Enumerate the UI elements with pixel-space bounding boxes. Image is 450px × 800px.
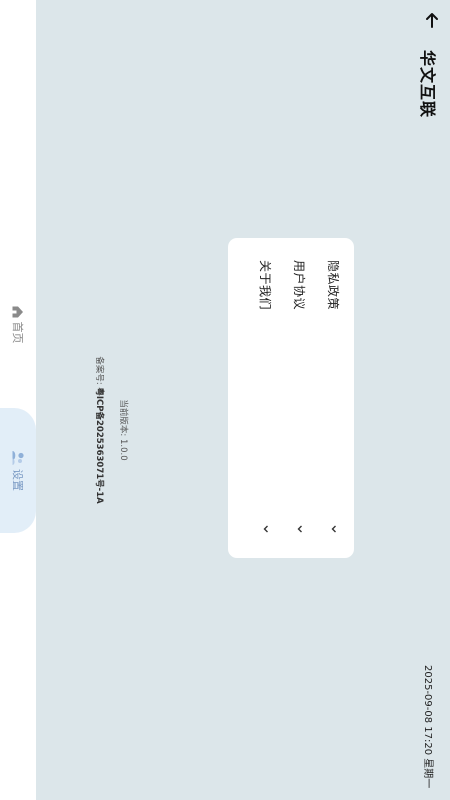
users-icon [12, 451, 24, 465]
screen: 华文互联 2025-09-08 17:20 星期一 隐私政策 用户协议 关于我们 [0, 0, 450, 800]
arrow-left-icon [426, 13, 438, 28]
chevron-down-icon [263, 525, 268, 533]
menu-item-label: 用户协议 [292, 260, 306, 311]
icp-value: 粤ICP备2025363071号-1A [94, 387, 104, 504]
menu-item-label: 隐私政策 [326, 260, 340, 311]
back-button[interactable] [414, 6, 450, 34]
nav-home-label: 首页 [11, 321, 24, 344]
app-title: 华文互联 [418, 50, 437, 119]
menu-item-privacy-policy[interactable]: 隐私政策 [318, 238, 350, 558]
icp-info: 备案号: 粤ICP备2025363071号-1A [94, 300, 106, 560]
settings-menu-card: 隐私政策 用户协议 关于我们 [228, 238, 354, 558]
version-label: 当前版本: [118, 399, 128, 437]
nav-settings[interactable]: 设置 [0, 408, 36, 533]
nav-settings-label: 设置 [11, 469, 24, 491]
home-icon [12, 306, 23, 317]
chevron-down-icon [297, 525, 302, 533]
menu-item-about-us[interactable]: 关于我们 [250, 238, 282, 558]
bottom-nav: 首页 设置 [0, 0, 36, 800]
nav-home[interactable]: 首页 [0, 296, 36, 352]
app-landscape: 华文互联 2025-09-08 17:20 星期一 隐私政策 用户协议 关于我们 [0, 0, 450, 800]
icp-label: 备案号: [94, 356, 104, 385]
chevron-down-icon [331, 525, 336, 533]
version-value: 1.0.0 [118, 438, 128, 461]
version-info: 当前版本: 1.0.0 [118, 300, 130, 560]
datetime-text: 2025-09-08 17:20 星期一 [422, 665, 433, 789]
menu-item-label: 关于我们 [258, 260, 272, 311]
menu-item-user-agreement[interactable]: 用户协议 [284, 238, 316, 558]
